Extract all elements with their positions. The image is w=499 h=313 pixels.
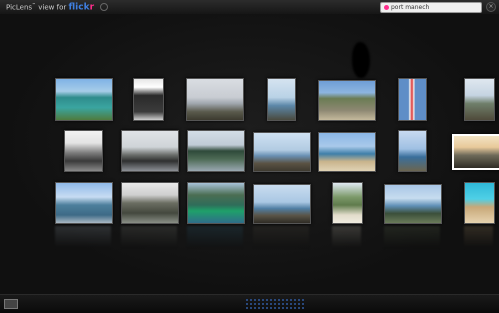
photo-green-boats[interactable] [187, 182, 245, 224]
photo-rocks-shore[interactable] [253, 132, 311, 172]
photo-crowd-people[interactable] [64, 130, 103, 172]
thumbnail-toggle-icon[interactable] [4, 299, 18, 309]
flickr-logo-b: r [89, 2, 95, 13]
photo-harbor-boats[interactable] [55, 182, 113, 224]
photo-pool-edge[interactable] [464, 182, 495, 224]
reflection-rocky-island [384, 226, 440, 248]
info-icon[interactable] [100, 3, 109, 12]
photo-rocky-sea[interactable] [267, 78, 296, 121]
photo-hiker-back[interactable] [133, 78, 164, 121]
reflection-harbor-boats [55, 226, 111, 248]
close-icon[interactable]: × [486, 2, 496, 12]
cursor-shadow [352, 42, 370, 78]
app-name: PicLens [6, 3, 33, 12]
photo-lagoon-coast[interactable] [55, 78, 113, 121]
photo-boats-coast[interactable] [187, 130, 245, 172]
photo-shore-stones[interactable] [253, 184, 311, 224]
flickr-logo-a: flick [68, 2, 90, 13]
top-toolbar: PicLens™ view for flickr port manech × [0, 0, 499, 15]
photo-coastline-blue[interactable] [398, 130, 427, 172]
photo-grey-cliffs[interactable] [121, 182, 179, 224]
search-query: port manech [391, 4, 430, 11]
photo-cliff-sea[interactable] [464, 78, 495, 121]
photo-grey-sea-rocks[interactable] [121, 130, 179, 172]
reflection-shore-stones [253, 226, 309, 248]
photo-wall [0, 14, 499, 294]
wall-scrollbar[interactable] [245, 298, 305, 310]
reflection-beach-trees [332, 226, 361, 248]
photo-sunset-panorama[interactable] [452, 134, 499, 170]
photo-bay-beach[interactable] [318, 132, 376, 172]
flickr-search-icon [384, 5, 389, 10]
reflection-grey-cliffs [121, 226, 177, 248]
reflection-pool-edge [464, 226, 493, 248]
photo-beach-trees[interactable] [332, 182, 363, 224]
view-for-label: view for [38, 3, 67, 12]
photo-lighthouse[interactable] [398, 78, 427, 121]
bottom-toolbar [0, 294, 499, 313]
photo-rocky-island[interactable] [384, 184, 442, 224]
reflection-green-boats [187, 226, 243, 248]
app-brand: PicLens™ view for flickr [6, 2, 109, 13]
photo-headland-houses[interactable] [318, 80, 376, 121]
search-input[interactable]: port manech [380, 2, 482, 13]
photo-sailboat-rocks[interactable] [186, 78, 244, 121]
